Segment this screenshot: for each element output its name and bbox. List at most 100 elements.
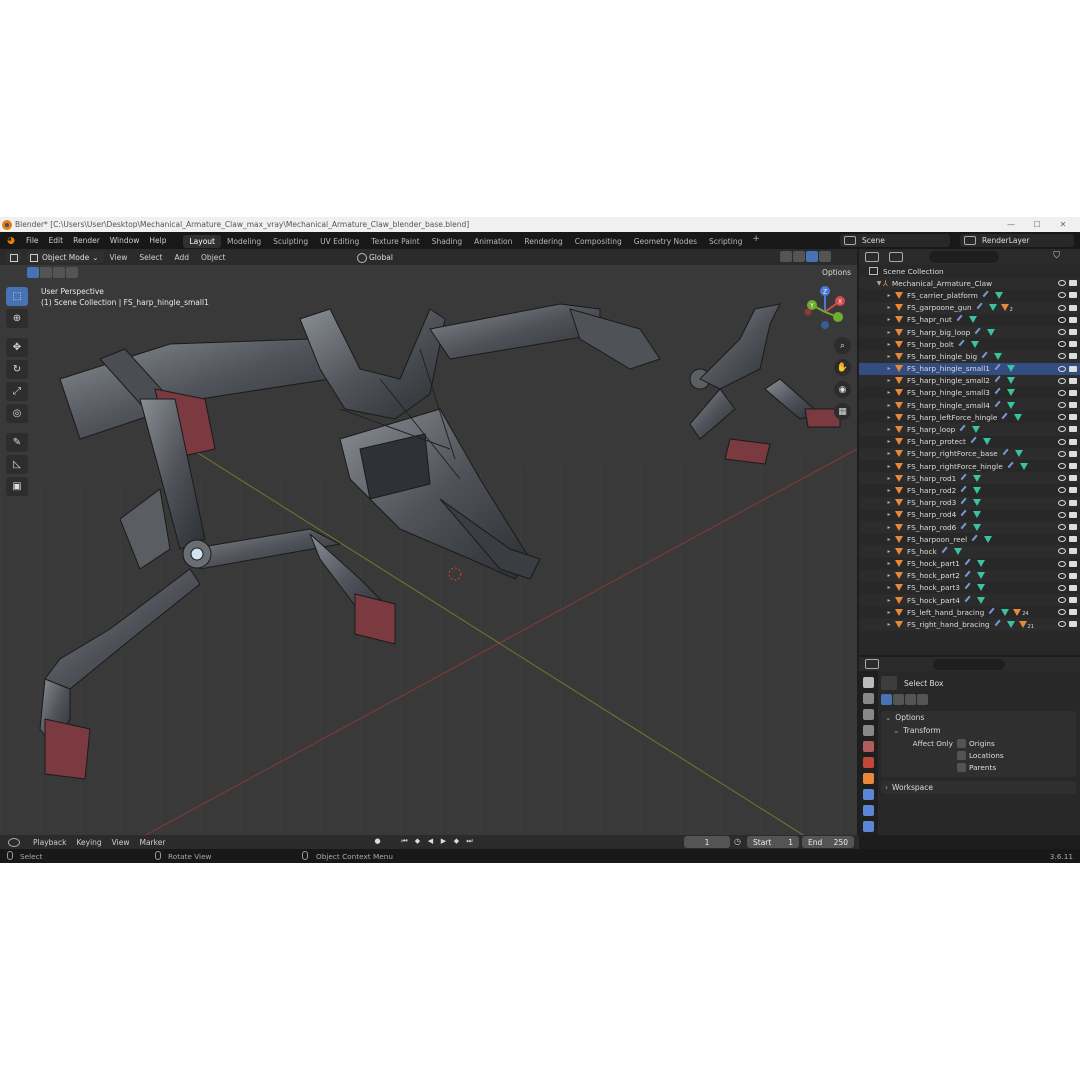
tl-menu-keying[interactable]: Keying (71, 838, 106, 847)
prev-key-icon[interactable]: ◆ (412, 837, 423, 847)
eye-icon[interactable] (1058, 584, 1066, 591)
camera-icon[interactable] (1069, 426, 1077, 433)
modifier-wrench-icon[interactable] (960, 497, 971, 508)
select-box-tool-icon[interactable]: ⬚ (6, 287, 28, 306)
vp-menu-view[interactable]: View (104, 253, 134, 262)
outliner-object-row[interactable]: ▸ FS_harp_rod6 (859, 520, 1080, 534)
eye-icon[interactable] (1058, 548, 1066, 555)
expand-arrow-icon[interactable]: ▸ (885, 450, 893, 457)
options-dropdown[interactable]: Options (822, 268, 851, 277)
eye-icon[interactable] (1058, 511, 1066, 518)
menu-window[interactable]: Window (105, 232, 145, 249)
camera-icon[interactable] (1069, 487, 1077, 494)
modifier-wrench-icon[interactable] (994, 363, 1005, 374)
camera-icon[interactable] (1069, 499, 1077, 506)
material-icon[interactable] (1013, 608, 1022, 616)
filter-icon[interactable]: ⛉ (1053, 251, 1060, 261)
scene-selector[interactable]: Scene (840, 234, 950, 247)
tl-menu-playback[interactable]: Playback (28, 838, 71, 847)
perspective-grid-icon[interactable]: ▦ (834, 403, 851, 420)
object-tab-icon[interactable] (863, 773, 874, 784)
expand-arrow-icon[interactable]: ▸ (885, 316, 893, 323)
render-layer-selector[interactable]: RenderLayer (960, 234, 1074, 247)
expand-arrow-icon[interactable]: ▸ (885, 621, 893, 628)
object-mode-dropdown[interactable]: Object Mode ⌄ (26, 251, 104, 263)
expand-arrow-icon[interactable]: ▸ (885, 304, 893, 311)
output-tab-icon[interactable] (863, 709, 874, 720)
outliner-object-row[interactable]: ▸ FS_harp_hingle_small2 (859, 374, 1080, 387)
camera-icon[interactable] (1069, 536, 1077, 543)
eye-icon[interactable] (1058, 536, 1066, 543)
modifier-wrench-icon[interactable] (1007, 461, 1018, 472)
play-reverse-icon[interactable]: ◀ (425, 837, 436, 847)
tab-rendering[interactable]: Rendering (518, 235, 568, 248)
mode-subtract-button[interactable] (905, 694, 916, 705)
material-icon[interactable] (1000, 304, 1009, 312)
physics-tab-icon[interactable] (863, 821, 874, 832)
scene-tab-icon[interactable] (863, 741, 874, 752)
outliner-object-row[interactable]: ▸ FS_harp_hingle_small4 (859, 399, 1080, 412)
expand-arrow-icon[interactable]: ▸ (885, 584, 893, 591)
outliner-object-row[interactable]: ▸ FS_hock (859, 545, 1080, 558)
mesh-data-icon[interactable] (1019, 462, 1028, 470)
scene-collection-row[interactable]: Scene Collection (859, 265, 1080, 277)
modifier-wrench-icon[interactable] (994, 619, 1004, 630)
mesh-data-icon[interactable] (1006, 389, 1015, 397)
parents-checkbox[interactable] (957, 762, 966, 772)
camera-icon[interactable] (1069, 280, 1077, 287)
expand-arrow-icon[interactable]: ▸ (885, 548, 893, 555)
wireframe-shading-button[interactable] (780, 251, 792, 262)
tab-scripting[interactable]: Scripting (703, 235, 748, 248)
editor-type-button[interactable] (6, 251, 22, 263)
tab-geometry-nodes[interactable]: Geometry Nodes (628, 235, 703, 248)
modifier-wrench-icon[interactable] (959, 424, 970, 435)
expand-arrow-icon[interactable]: ▸ (885, 463, 893, 470)
expand-arrow-icon[interactable]: ▸ (885, 572, 893, 579)
expand-arrow-icon[interactable]: ▸ (885, 499, 893, 506)
modifier-wrench-icon[interactable] (994, 388, 1005, 398)
camera-icon[interactable] (1069, 341, 1077, 348)
expand-arrow-icon[interactable]: ▸ (885, 511, 893, 518)
mesh-data-icon[interactable] (1006, 621, 1015, 629)
eye-icon[interactable] (1058, 304, 1066, 311)
expand-arrow-icon[interactable]: ▸ (885, 414, 893, 421)
outliner-object-row[interactable]: ▸ FS_left_hand_bracing 24 (859, 606, 1080, 618)
solid-shading-button[interactable] (793, 251, 805, 262)
locations-checkbox[interactable] (957, 750, 966, 760)
particles-tab-icon[interactable] (863, 805, 874, 816)
modifier-wrench-icon[interactable] (994, 375, 1005, 386)
transform-tool-icon[interactable]: ◎ (6, 404, 28, 423)
workspace-panel-header[interactable]: Workspace (881, 781, 1076, 794)
outliner-object-row[interactable]: ▸ FS_harp_rod2 (859, 484, 1080, 496)
eye-icon[interactable] (1058, 560, 1066, 567)
tab-layout[interactable]: Layout (183, 234, 221, 248)
jump-start-icon[interactable]: ⏮ (399, 837, 410, 847)
view-layer-tab-icon[interactable] (863, 725, 874, 736)
record-icon[interactable]: ● (372, 837, 383, 847)
camera-icon[interactable] (1069, 597, 1077, 604)
camera-icon[interactable] (1069, 377, 1077, 384)
eye-icon[interactable] (1058, 621, 1066, 628)
camera-icon[interactable] (1069, 584, 1077, 591)
tl-menu-view[interactable]: View (107, 838, 135, 847)
eye-icon[interactable] (1058, 280, 1066, 287)
mesh-data-icon[interactable] (1006, 365, 1015, 373)
tab-sculpting[interactable]: Sculpting (267, 235, 314, 248)
select-mode-new-button[interactable] (27, 266, 39, 278)
menu-file[interactable]: File (21, 232, 44, 249)
camera-icon[interactable] (1069, 621, 1077, 628)
mode-new-button[interactable] (881, 694, 892, 705)
modifier-wrench-icon[interactable] (974, 327, 985, 337)
camera-icon[interactable] (1069, 402, 1077, 409)
camera-icon[interactable] (1069, 365, 1077, 372)
outliner-object-row[interactable]: ▸ FS_right_hand_bracing 21 (859, 618, 1080, 631)
annotate-tool-icon[interactable]: ✎ (6, 433, 28, 452)
mode-extend-button[interactable] (893, 694, 904, 705)
material-shading-button[interactable] (806, 251, 818, 262)
mesh-data-icon[interactable] (973, 499, 982, 507)
outliner-object-row[interactable]: ▸ FS_harp_bolt (859, 338, 1080, 350)
menu-help[interactable]: Help (144, 232, 171, 249)
outliner-object-row[interactable]: ▸ FS_hapr_nut (859, 314, 1080, 326)
minimize-button[interactable]: — (998, 220, 1024, 229)
mesh-data-icon[interactable] (987, 328, 996, 336)
